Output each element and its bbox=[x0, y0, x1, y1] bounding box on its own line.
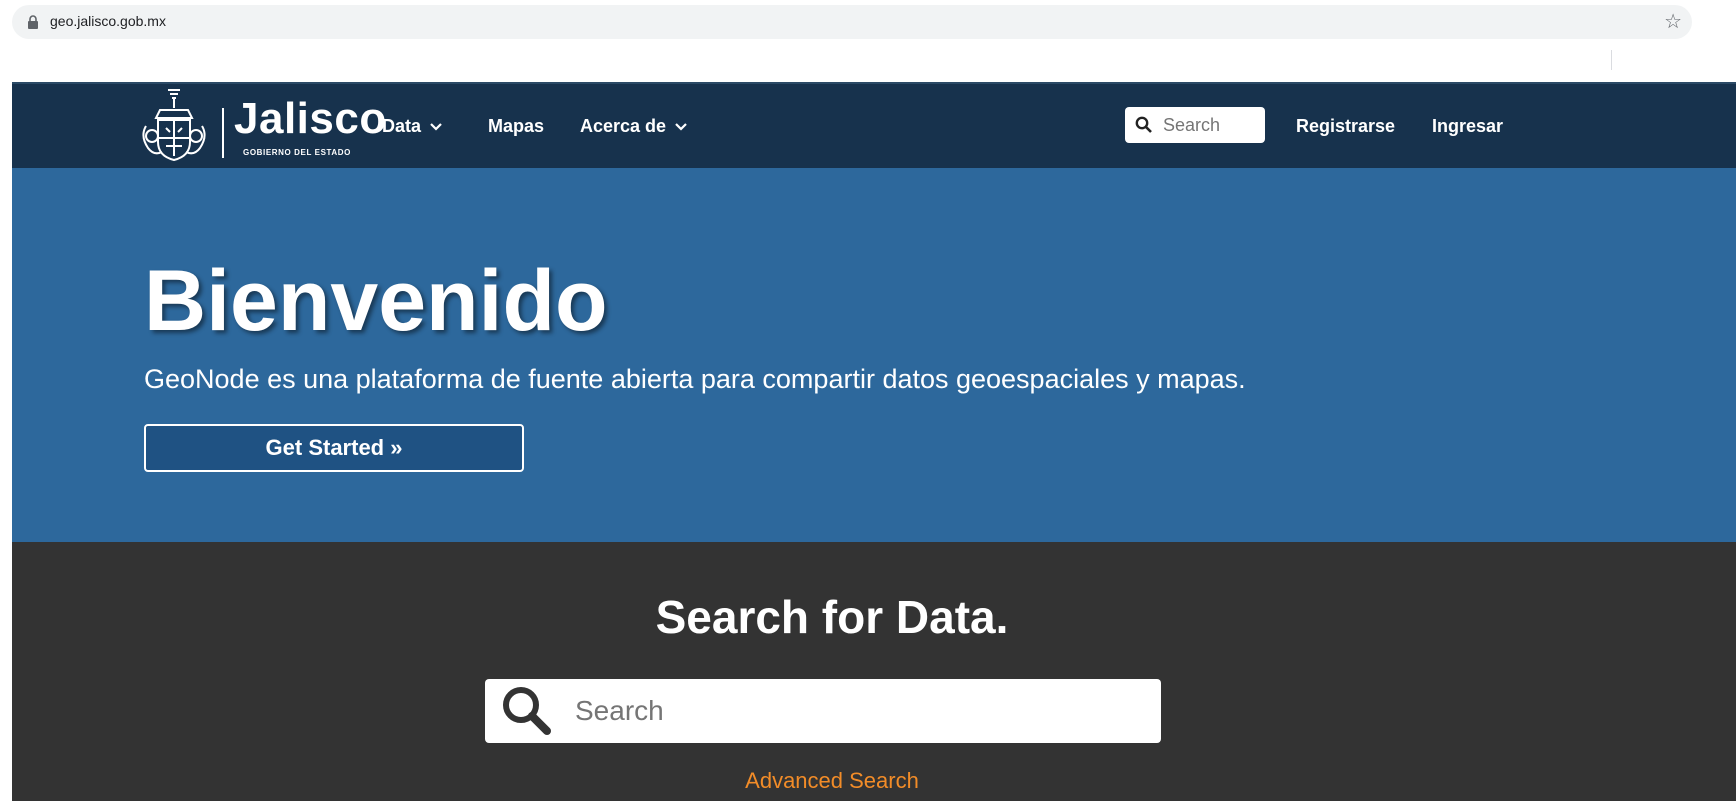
register-link[interactable]: Registrarse bbox=[1296, 116, 1395, 137]
site-logo[interactable]: Jalisco GOBIERNO DEL ESTADO bbox=[126, 84, 386, 170]
nav-search-input[interactable] bbox=[1161, 113, 1255, 137]
chevron-down-icon bbox=[430, 122, 442, 131]
search-icon bbox=[503, 687, 551, 735]
logo-subtitle: GOBIERNO DEL ESTADO bbox=[243, 148, 352, 157]
logo-wordmark: Jalisco bbox=[234, 94, 387, 143]
advanced-search-link[interactable]: Advanced Search bbox=[12, 768, 1652, 794]
nav-search-box[interactable] bbox=[1125, 107, 1265, 143]
lock-icon bbox=[26, 15, 40, 29]
search-section: Search for Data. Advanced Search bbox=[12, 542, 1736, 801]
toolbar-divider bbox=[1611, 50, 1612, 70]
top-navbar: Jalisco GOBIERNO DEL ESTADO Data Mapas A… bbox=[12, 82, 1736, 168]
hero-section: Bienvenido GeoNode es una plataforma de … bbox=[12, 168, 1736, 542]
logo-divider bbox=[222, 108, 224, 158]
login-link[interactable]: Ingresar bbox=[1432, 116, 1503, 137]
hero-title: Bienvenido bbox=[144, 253, 608, 349]
address-bar[interactable]: geo.jalisco.gob.mx ☆ bbox=[12, 5, 1692, 39]
nav-acerca-label: Acerca de bbox=[580, 116, 667, 136]
url-text[interactable]: geo.jalisco.gob.mx bbox=[50, 13, 166, 29]
get-started-button[interactable]: Get Started » bbox=[144, 424, 524, 472]
nav-mapas-link[interactable]: Mapas bbox=[488, 116, 544, 137]
chevron-down-icon bbox=[675, 122, 687, 131]
star-icon[interactable]: ☆ bbox=[1664, 9, 1682, 34]
coat-of-arms-icon bbox=[142, 89, 206, 162]
hero-subtitle: GeoNode es una plataforma de fuente abie… bbox=[144, 364, 1246, 394]
nav-mapas-label: Mapas bbox=[488, 116, 545, 136]
search-section-title: Search for Data. bbox=[655, 591, 1009, 643]
nav-data-dropdown[interactable]: Data bbox=[382, 116, 443, 137]
nav-acerca-dropdown[interactable]: Acerca de bbox=[580, 116, 688, 137]
search-icon bbox=[1135, 116, 1152, 133]
data-search-input[interactable] bbox=[573, 694, 1133, 728]
nav-data-label: Data bbox=[382, 116, 422, 136]
data-search-box[interactable] bbox=[485, 679, 1161, 743]
